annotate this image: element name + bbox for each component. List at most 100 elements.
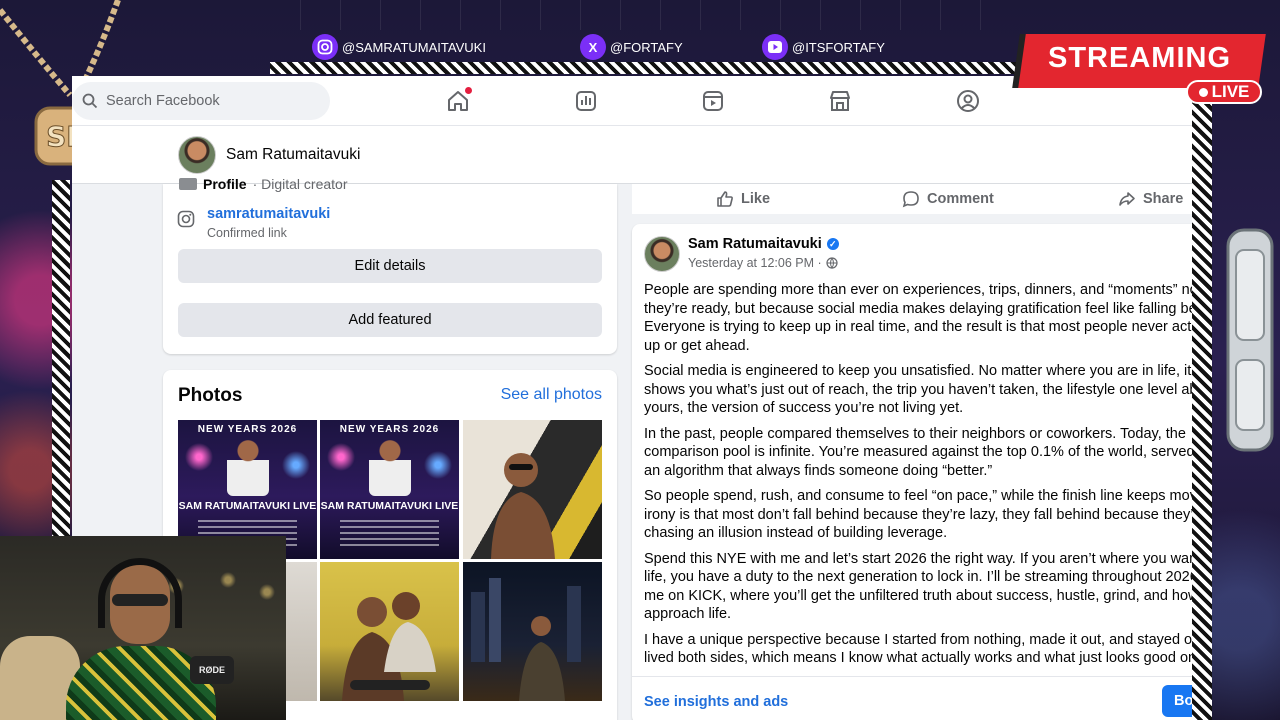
boost-post-button[interactable]: Bo (1162, 685, 1192, 717)
edit-details-button[interactable]: Edit details (178, 249, 602, 283)
photo-car-scene (491, 453, 555, 559)
firework-graphic (184, 442, 214, 472)
poster-name: SAM RATUMAITAVUKI LIVE (178, 500, 317, 512)
social-handles-bar: @SAMRATUMAITAVUKI X @FORTAFY @ITSFORTAFY (300, 32, 1020, 62)
verified-badge-icon: ✓ (826, 238, 839, 250)
streaming-label: STREAMING (1048, 42, 1231, 74)
social-x: X @FORTAFY (580, 34, 683, 60)
add-featured-button[interactable]: Add featured (178, 303, 602, 337)
chain-bracelet-graphic (1226, 228, 1274, 452)
x-icon: X (580, 34, 606, 60)
profile-category-row: Profile · Digital creator (179, 176, 348, 192)
checker-border-left (52, 180, 70, 540)
post-timestamp[interactable]: Yesterday at 12:06 PM · (688, 256, 822, 270)
post-line: up or get ahead. (644, 337, 750, 354)
instagram-icon (177, 210, 195, 228)
post-line: they’re ready, but because social media … (644, 300, 1192, 317)
post-paragraph: People are spending more than ever on ex… (644, 281, 1192, 355)
post-line: Social media is engineered to keep you u… (644, 363, 1192, 379)
see-insights-link[interactable]: See insights and ads (644, 694, 788, 710)
live-dot-icon (1198, 87, 1208, 97)
profile-name[interactable]: Sam Ratumaitavuki (226, 146, 360, 164)
instagram-confirmed-label: Confirmed link (207, 226, 287, 240)
poster-person (227, 438, 269, 496)
live-badge: LIVE (1186, 80, 1262, 104)
photos-title: Photos (178, 385, 243, 406)
post-line: comparison pool is infinite. You’re meas… (644, 444, 1192, 460)
webcam-feed: RØDE (0, 536, 286, 720)
instagram-handle-link[interactable]: samratumaitavuki (207, 206, 330, 222)
live-label: LIVE (1211, 82, 1250, 101)
post-paragraph: In the past, people compared themselves … (644, 425, 1192, 481)
nav-reels[interactable] (699, 87, 727, 115)
like-label: Like (741, 191, 771, 207)
like-button[interactable]: Like (716, 190, 770, 208)
poster-title: NEW YEARS 2026 (197, 424, 298, 435)
nav-profile[interactable] (954, 87, 982, 115)
post-line: Everyone is trying to keep up in real ti… (644, 319, 1192, 335)
photo-thumbnail[interactable] (463, 562, 602, 701)
social-handle-instagram: @SAMRATUMAITAVUKI (342, 39, 486, 55)
photo-thumbnail[interactable] (463, 420, 602, 559)
youtube-icon (762, 34, 788, 60)
social-youtube: @ITSFORTAFY (762, 34, 885, 60)
post-line: approach life. (644, 606, 732, 622)
instagram-icon (312, 34, 338, 60)
post-author-row: Sam Ratumaitavuki ✓ (688, 236, 839, 252)
avatar[interactable] (178, 136, 216, 174)
post-author-name[interactable]: Sam Ratumaitavuki (688, 236, 822, 252)
poster-fine-print (340, 520, 439, 550)
search-box[interactable] (72, 82, 330, 120)
poster-name: SAM RATUMAITAVUKI LIVE (320, 500, 459, 512)
share-icon (1119, 192, 1135, 206)
post-line: yours, the version of success you’re not… (644, 400, 964, 416)
profile-icon (957, 90, 979, 112)
like-icon (717, 191, 733, 207)
comment-label: Comment (927, 191, 994, 207)
marketplace-icon (830, 91, 850, 111)
post-line: lived both sides, which means I know wha… (644, 650, 1192, 666)
post-paragraph: I have a unique perspective because I st… (644, 631, 1192, 668)
search-input[interactable] (106, 93, 306, 109)
comment-button[interactable]: Comment (902, 190, 994, 208)
previous-post-actions: Like Comment Share (632, 184, 1192, 214)
nav-dashboard[interactable] (572, 87, 600, 115)
post-timestamp-row: Yesterday at 12:06 PM · (688, 256, 838, 270)
mic-brand-label: RØDE (198, 665, 225, 675)
nav-home[interactable] (444, 87, 472, 115)
share-button[interactable]: Share (1118, 190, 1183, 208)
see-all-photos-link[interactable]: See all photos (501, 386, 602, 404)
photo-thumbnail[interactable]: NEW YEARS 2026 SAM RATUMAITAVUKI LIVE (320, 420, 459, 559)
share-label: Share (1143, 191, 1184, 207)
intro-card: Profile · Digital creator samratumaitavu… (163, 176, 617, 354)
post-line: People are spending more than ever on ex… (644, 282, 1192, 298)
notification-dot (465, 87, 472, 94)
photo-night-city-scene (471, 578, 581, 701)
post-paragraph: So people spend, rush, and consume to fe… (644, 487, 1192, 543)
post-body: People are spending more than ever on ex… (644, 281, 1192, 675)
poster-person (369, 438, 411, 496)
post-line: shows you what’s just out of reach, the … (644, 381, 1192, 398)
photo-couple-scene (342, 592, 436, 701)
social-instagram: @SAMRATUMAITAVUKI (312, 34, 486, 60)
overlay-top-strip (300, 0, 1020, 30)
post-line: life, you have a duty to the next genera… (644, 569, 1192, 585)
nav-marketplace[interactable] (826, 87, 854, 115)
post-line: chasing an illusion instead of building … (644, 525, 948, 541)
post-card: Sam Ratumaitavuki ✓ Yesterday at 12:06 P… (632, 224, 1192, 720)
photo-thumbnail[interactable] (320, 562, 459, 701)
post-line: So people spend, rush, and consume to fe… (644, 488, 1192, 504)
post-line: I have a unique perspective because I st… (644, 631, 1192, 648)
reels-icon (703, 91, 723, 111)
post-author-avatar[interactable] (644, 236, 680, 272)
profile-category-label: Profile (203, 176, 247, 192)
post-line: Spend this NYE with me and let’s start 2… (644, 550, 1192, 567)
search-icon (82, 93, 98, 109)
post-line: an algorithm that always finds someone d… (644, 462, 993, 479)
poster-title: NEW YEARS 2026 (339, 424, 440, 435)
checker-border-right (1192, 100, 1212, 720)
firework-graphic (423, 450, 453, 480)
dashboard-icon (576, 91, 596, 111)
firework-graphic (326, 442, 356, 472)
post-divider (632, 676, 1192, 677)
